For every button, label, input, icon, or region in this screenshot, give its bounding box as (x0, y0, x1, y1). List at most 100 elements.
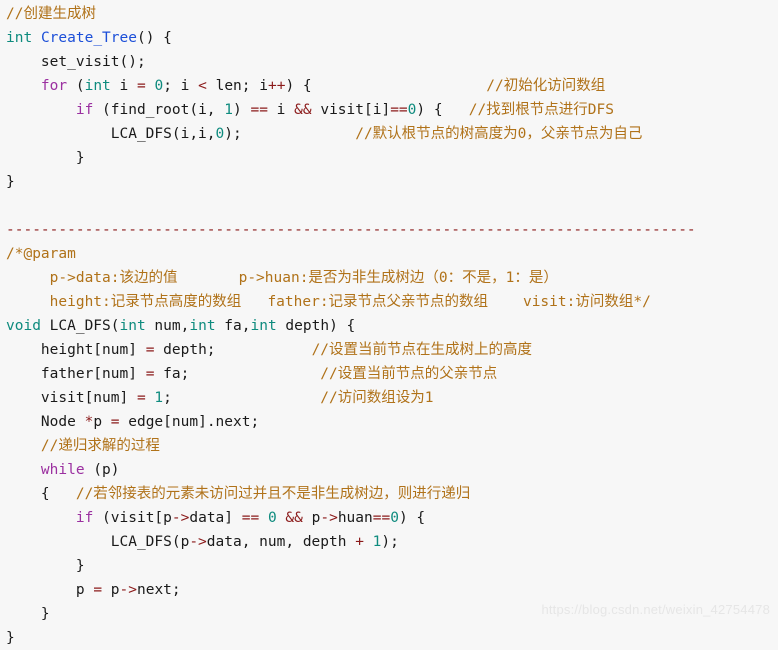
code-token-plain: { (6, 486, 76, 502)
code-token-comment: height:记录节点高度的数组 father:记录节点父亲节点的数组 visi… (6, 294, 651, 310)
code-line: } (0, 170, 778, 194)
code-token-plain: (find_root(i, (93, 102, 225, 118)
code-token-plain: i (267, 102, 295, 118)
code-line: Node *p = edge[num].next; (0, 410, 778, 434)
code-line: for (int i = 0; i < len; i++) { //初始化访问数… (0, 74, 778, 98)
code-token-plain: ); (224, 126, 242, 142)
code-token-func: Create_Tree (40, 30, 137, 46)
watermark-text: https://blog.csdn.net/weixin_42754478 (541, 602, 770, 617)
code-line: int Create_Tree() { (0, 26, 778, 50)
code-token-comment: //默认根节点的树高度为0，父亲节点为自己 (355, 126, 643, 142)
code-line: //递归求解的过程 (0, 434, 778, 458)
code-token-pad (189, 366, 320, 382)
code-token-op: = (110, 414, 120, 430)
code-token-pad (242, 126, 356, 142)
code-line: set_visit(); (0, 50, 778, 74)
code-token-op: < (198, 78, 207, 94)
code-line: } (0, 146, 778, 170)
code-token-plain: p (93, 414, 111, 430)
code-line: } (0, 554, 778, 578)
code-token-plain: p (102, 582, 120, 598)
code-token-type: int (250, 318, 277, 334)
code-token-plain: ( (67, 78, 85, 94)
code-token-plain: ; i (163, 78, 199, 94)
code-token-op: && (285, 510, 303, 526)
code-token-op: == (241, 510, 260, 526)
code-token-op: == (390, 102, 408, 118)
code-line: } (0, 626, 778, 650)
code-token-plain: height[num] (6, 342, 146, 358)
code-token-op: = (137, 78, 146, 94)
code-token-comment: //初始化访问数组 (486, 78, 606, 94)
code-token-number: 0 (267, 510, 277, 526)
code-token-comment: //找到根节点进行DFS (468, 102, 614, 118)
code-token-op: -> (189, 534, 207, 550)
code-token-plain: ) { (416, 102, 469, 118)
code-token-plain: edge[num].next; (119, 414, 260, 430)
code-token-plain: set_visit(); (6, 54, 146, 70)
code-token-type: int (189, 318, 216, 334)
code-token-keyword: while (40, 462, 85, 478)
code-token-plain: i (110, 78, 137, 94)
code-token-plain: depth) { (276, 318, 356, 334)
code-token-keyword: if (75, 510, 94, 526)
code-token-plain: num, (145, 318, 190, 334)
code-token-plain: father[num] (6, 366, 146, 382)
code-token-plain: fa; (154, 366, 190, 382)
code-line: height[num] = depth; //设置当前节点在生成树上的高度 (0, 338, 778, 362)
code-token-plain: } (6, 606, 50, 622)
code-token-op: ----------------------------------------… (6, 222, 696, 238)
code-line: visit[num] = 1; //访问数组设为1 (0, 386, 778, 410)
code-line: ----------------------------------------… (0, 218, 778, 242)
code-token-type: int (6, 30, 33, 46)
code-token-plain: (visit[p (93, 510, 172, 526)
code-token-plain: huan (337, 510, 373, 526)
code-token-plain: } (6, 174, 15, 190)
code-token-plain: LCA_DFS(i,i, (6, 126, 216, 142)
code-token-comment: //递归求解的过程 (40, 438, 160, 454)
code-token-op: + (355, 534, 364, 550)
code-line: p = p->next; (0, 578, 778, 602)
code-token-comment: //设置当前节点在生成树上的高度 (311, 342, 533, 358)
code-token-plain: } (6, 630, 15, 646)
code-token-pad (312, 78, 487, 94)
code-token-plain: p (6, 582, 94, 598)
code-token-keyword: if (75, 102, 94, 118)
code-token-number: 0 (154, 78, 164, 94)
code-line: if (find_root(i, 1) == i && visit[i]==0)… (0, 98, 778, 122)
code-token-plain: ) { (398, 510, 426, 526)
code-line: void LCA_DFS(int num,int fa,int depth) { (0, 314, 778, 338)
code-token-comment: p->data:该边的值 p->huan:是否为非生成树边（0：不是，1：是） (6, 270, 558, 286)
code-token-keyword: for (40, 78, 68, 94)
code-token-comment: //若邻接表的元素未访问过并且不是非生成树边，则进行递归 (75, 486, 471, 502)
code-token-number: 0 (215, 126, 225, 142)
code-token-plain: () { (136, 30, 172, 46)
code-token-plain: data, num, depth (206, 534, 356, 550)
code-token-op: == (250, 102, 268, 118)
code-token-plain: ; (163, 390, 172, 406)
code-token-plain: depth; (154, 342, 216, 358)
code-line: while (p) (0, 458, 778, 482)
code-token-op: -> (119, 582, 137, 598)
code-token-plain: (p) (84, 462, 120, 478)
code-token-plain: } (6, 558, 85, 574)
code-token-type: int (119, 318, 146, 334)
code-token-type: int (84, 78, 111, 94)
code-token-op: * (84, 414, 94, 430)
code-token-op: = (136, 390, 146, 406)
code-token-pad (172, 390, 320, 406)
code-token-op: ++ (267, 78, 286, 94)
code-token-plain: next; (136, 582, 181, 598)
code-token-plain: ) (233, 102, 251, 118)
code-line: height:记录节点高度的数组 father:记录节点父亲节点的数组 visi… (0, 290, 778, 314)
code-token-op: == (372, 510, 391, 526)
code-line: if (visit[p->data] == 0 && p->huan==0) { (0, 506, 778, 530)
code-token-type: void (6, 318, 41, 334)
code-token-plain: data] (189, 510, 242, 526)
